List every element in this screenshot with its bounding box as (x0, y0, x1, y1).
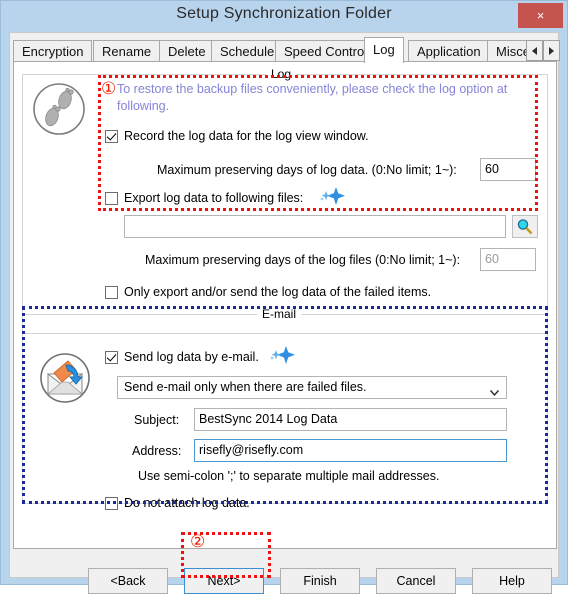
max-days-log-data-input[interactable]: 60 (480, 158, 536, 181)
tab-speed-control[interactable]: Speed Control (275, 40, 377, 62)
send-email-checkbox[interactable] (105, 351, 118, 364)
export-log-label: Export log data to following files: (124, 191, 304, 205)
subject-label: Subject: (134, 413, 180, 427)
close-icon[interactable]: × (518, 3, 563, 28)
tab-miscellaneous[interactable]: Misce (487, 40, 531, 62)
no-attach-checkbox[interactable] (105, 497, 118, 510)
record-log-label: Record the log data for the log view win… (124, 129, 369, 143)
magnifier-icon[interactable] (512, 215, 538, 238)
export-log-checkbox[interactable] (105, 192, 118, 205)
back-button[interactable]: <Back (88, 568, 168, 594)
page-title: Setup Synchronization Folder (176, 5, 392, 22)
new-star-icon-export (320, 186, 346, 209)
envelope-send-icon (38, 351, 92, 408)
tab-schedule[interactable]: Schedule (211, 40, 284, 62)
max-days-log-files-label: Maximum preserving days of the log files… (145, 253, 461, 267)
finish-button[interactable]: Finish (280, 568, 360, 594)
record-log-checkbox[interactable] (105, 130, 118, 143)
cancel-button[interactable]: Cancel (376, 568, 456, 594)
no-attach-label: Do not attach log data. (124, 496, 250, 510)
only-failed-items-label: Only export and/or send the log data of … (124, 285, 432, 299)
dialog-window: Setup Synchronization Folder × Encryptio… (0, 0, 568, 594)
email-condition-select[interactable]: Send e-mail only when there are failed f… (117, 376, 507, 399)
tab-rename[interactable]: Rename (93, 40, 161, 62)
log-hint-text: To restore the backup files conveniently… (117, 82, 508, 113)
email-group-legend: E-mail (257, 307, 302, 321)
tab-page-log: Log ① To restore the backup files conven… (13, 61, 557, 549)
only-failed-items-checkbox[interactable] (105, 286, 118, 299)
footprints-globe-icon (31, 81, 87, 140)
max-days-log-files-input[interactable]: 60 (480, 248, 536, 271)
tab-encryption[interactable]: Encryption (13, 40, 93, 62)
address-hint-label: Use semi-colon ';' to separate multiple … (138, 469, 440, 483)
tab-delete[interactable]: Delete (159, 40, 215, 62)
help-button[interactable]: Help (472, 568, 552, 594)
tab-strip: Encryption Rename Delete Schedule Speed … (13, 36, 560, 63)
address-label: Address: (132, 444, 182, 458)
dialog-client: Encryption Rename Delete Schedule Speed … (9, 32, 560, 594)
title-bar: Setup Synchronization Folder × (1, 1, 567, 32)
tab-scroll-left-button[interactable] (526, 40, 543, 61)
tab-scroll-right-button[interactable] (543, 40, 560, 61)
max-days-log-data-label: Maximum preserving days of log data. (0:… (157, 163, 457, 177)
send-email-label: Send log data by e-mail. (124, 350, 259, 364)
next-button[interactable]: Next> (184, 568, 264, 594)
tab-application[interactable]: Application (408, 40, 490, 62)
export-path-input[interactable] (124, 215, 506, 238)
new-star-icon-email (270, 345, 296, 368)
log-group-legend: Log (266, 67, 297, 81)
tab-log[interactable]: Log (364, 37, 404, 63)
chevron-down-icon (489, 385, 500, 399)
subject-input[interactable]: BestSync 2014 Log Data (194, 408, 507, 431)
email-condition-value: Send e-mail only when there are failed f… (124, 380, 367, 394)
address-input[interactable]: risefly@risefly.com (194, 439, 507, 462)
